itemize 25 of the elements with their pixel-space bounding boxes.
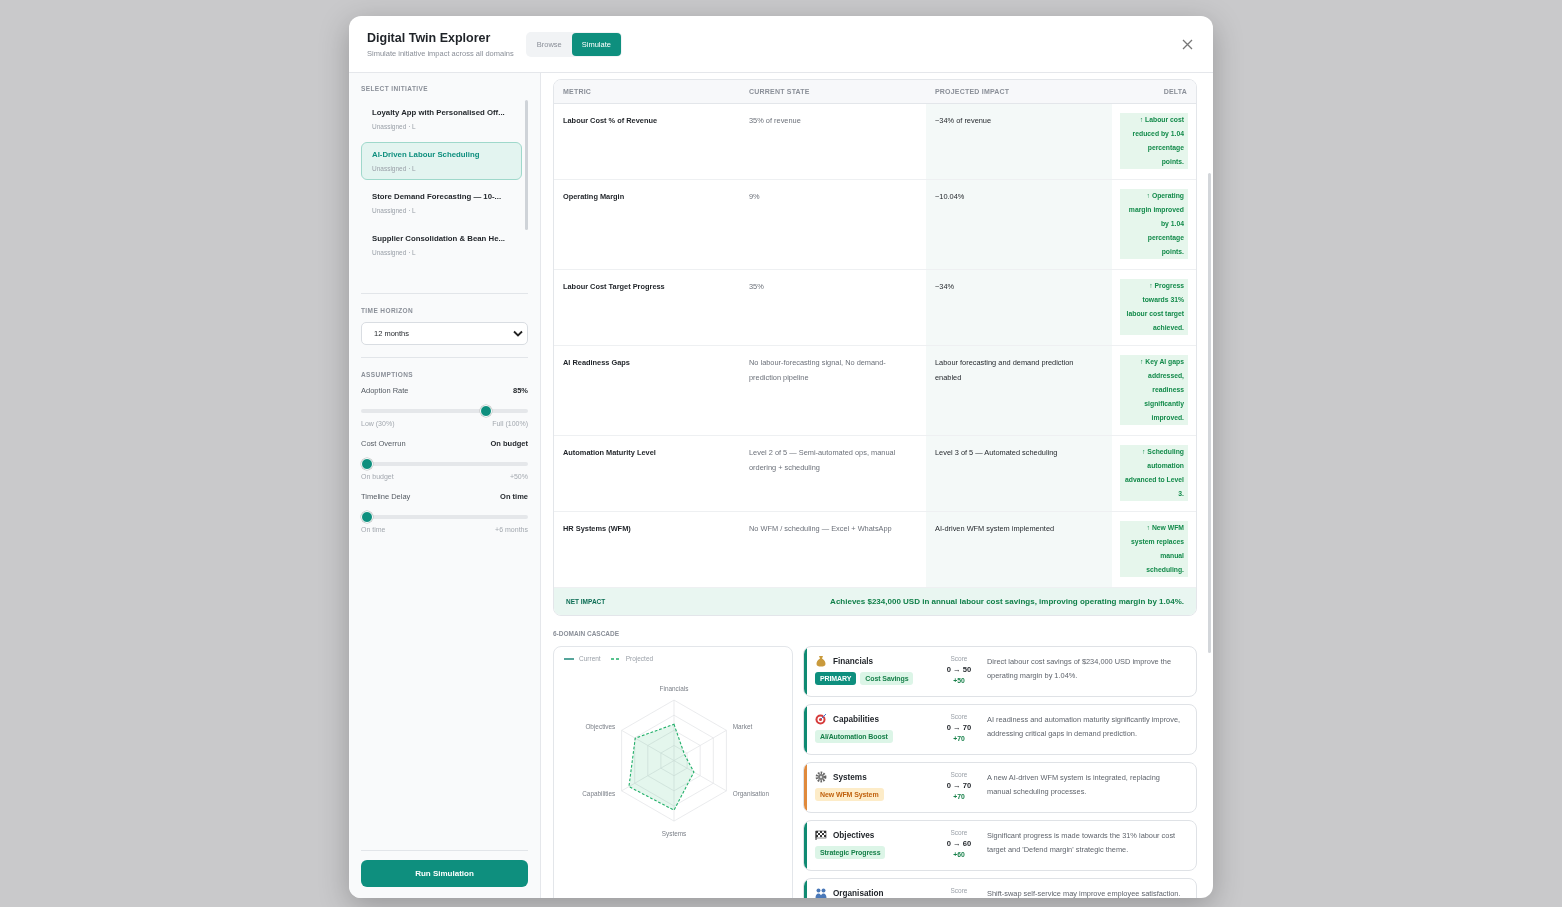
- gear-icon: [815, 771, 827, 783]
- slider[interactable]: [361, 458, 528, 470]
- domain-name: Capabilities: [833, 714, 879, 724]
- legend-line-icon: [564, 657, 574, 660]
- chevron-down-icon: [513, 330, 523, 337]
- slider-thumb[interactable]: [361, 458, 373, 470]
- people-icon: [815, 887, 827, 898]
- domain-name: Organisation: [833, 888, 884, 898]
- modal-title: Digital Twin Explorer: [367, 30, 492, 45]
- domain-name: Objectives: [833, 830, 875, 840]
- slider[interactable]: [361, 511, 528, 523]
- run-simulation-button[interactable]: Run Simulation: [361, 860, 528, 887]
- target-icon: [815, 713, 827, 725]
- domain-name: Financials: [833, 656, 874, 666]
- slider-thumb[interactable]: [361, 511, 373, 523]
- slider-thumb[interactable]: [480, 405, 493, 417]
- checkered-flag-icon: [815, 829, 827, 841]
- scrollbar[interactable]: [525, 100, 528, 230]
- legend-line-icon: [610, 657, 621, 660]
- slider[interactable]: [361, 405, 528, 417]
- money-bag-icon: [815, 655, 827, 667]
- scrollbar[interactable]: [1208, 173, 1211, 653]
- net-impact-text: Achieves $234,000 USD in annual labour cost savings, improving operating margin by 1.04%.: [830, 597, 1184, 606]
- domain-name: Systems: [833, 772, 867, 782]
- close-icon: [1182, 38, 1193, 50]
